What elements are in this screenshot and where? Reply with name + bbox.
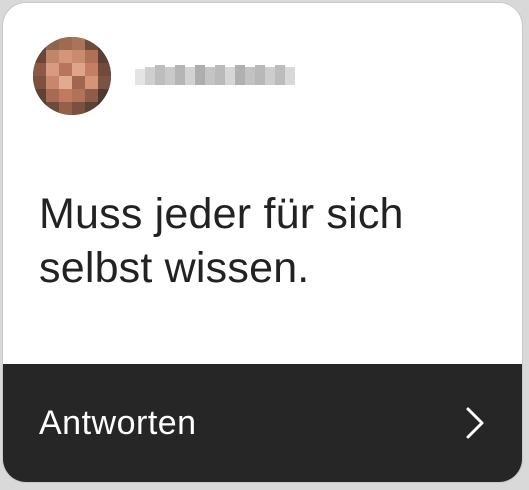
reply-button[interactable]: Antworten xyxy=(3,364,522,482)
card-header xyxy=(33,36,297,116)
reply-label: Antworten xyxy=(39,403,197,442)
avatar-pixelated-image xyxy=(33,37,111,115)
avatar[interactable] xyxy=(33,37,111,115)
message-text: Muss jeder für sich selbst wissen. xyxy=(39,190,404,292)
chevron-right-icon xyxy=(464,405,486,441)
story-reply-card: Muss jeder für sich selbst wissen. Antwo… xyxy=(2,2,523,483)
username-pixelated-image xyxy=(135,61,297,91)
username-blurred[interactable] xyxy=(135,61,297,91)
